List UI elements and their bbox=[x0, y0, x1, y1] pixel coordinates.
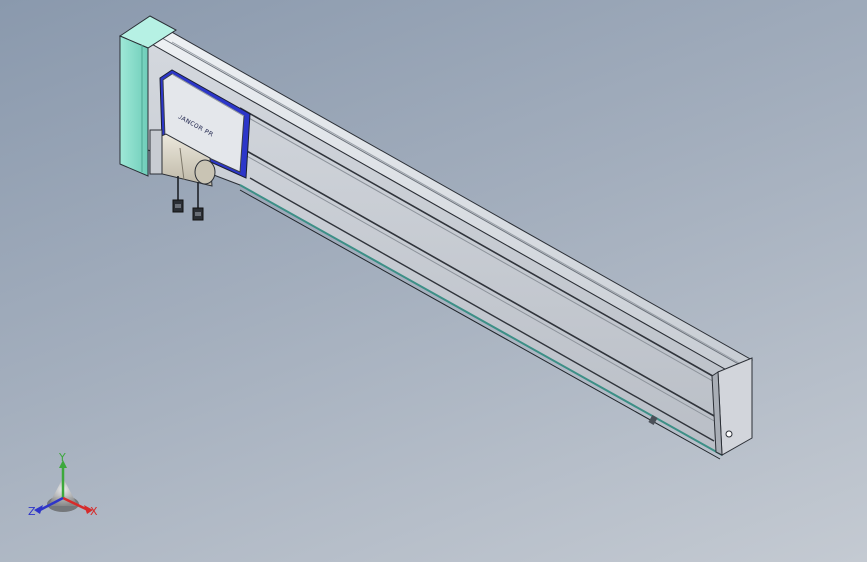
coordinate-triad: Y X Z bbox=[28, 451, 98, 518]
rail-groove-2 bbox=[171, 41, 749, 369]
connector-2-face bbox=[195, 212, 201, 216]
rail-slot-upper-b bbox=[239, 112, 719, 385]
end-block-front bbox=[119, 35, 149, 177]
triad-x-label: X bbox=[90, 505, 98, 518]
rail-front-face bbox=[147, 41, 731, 456]
connector-1-face bbox=[175, 204, 181, 208]
motor-cable-connectors[interactable] bbox=[172, 176, 204, 221]
motor-mount-plate bbox=[149, 129, 163, 175]
rail-groove-1 bbox=[161, 37, 743, 367]
triad-y-label: Y bbox=[58, 451, 66, 464]
cad-3d-viewport[interactable]: ᴊᴀɴᴄᴏʀ ᴘʀ Y X Z bbox=[0, 0, 867, 562]
rail-slot-mid bbox=[244, 149, 717, 418]
triad-z-label: Z bbox=[28, 505, 36, 518]
rail-slot-upper bbox=[239, 107, 719, 380]
motor-flange bbox=[194, 159, 216, 185]
far-end-cap[interactable] bbox=[711, 357, 753, 456]
end-cap-front bbox=[717, 357, 753, 456]
linear-module-rail[interactable] bbox=[147, 29, 754, 460]
rail-slot-mid-b bbox=[244, 154, 717, 423]
mounting-hole bbox=[725, 430, 733, 438]
